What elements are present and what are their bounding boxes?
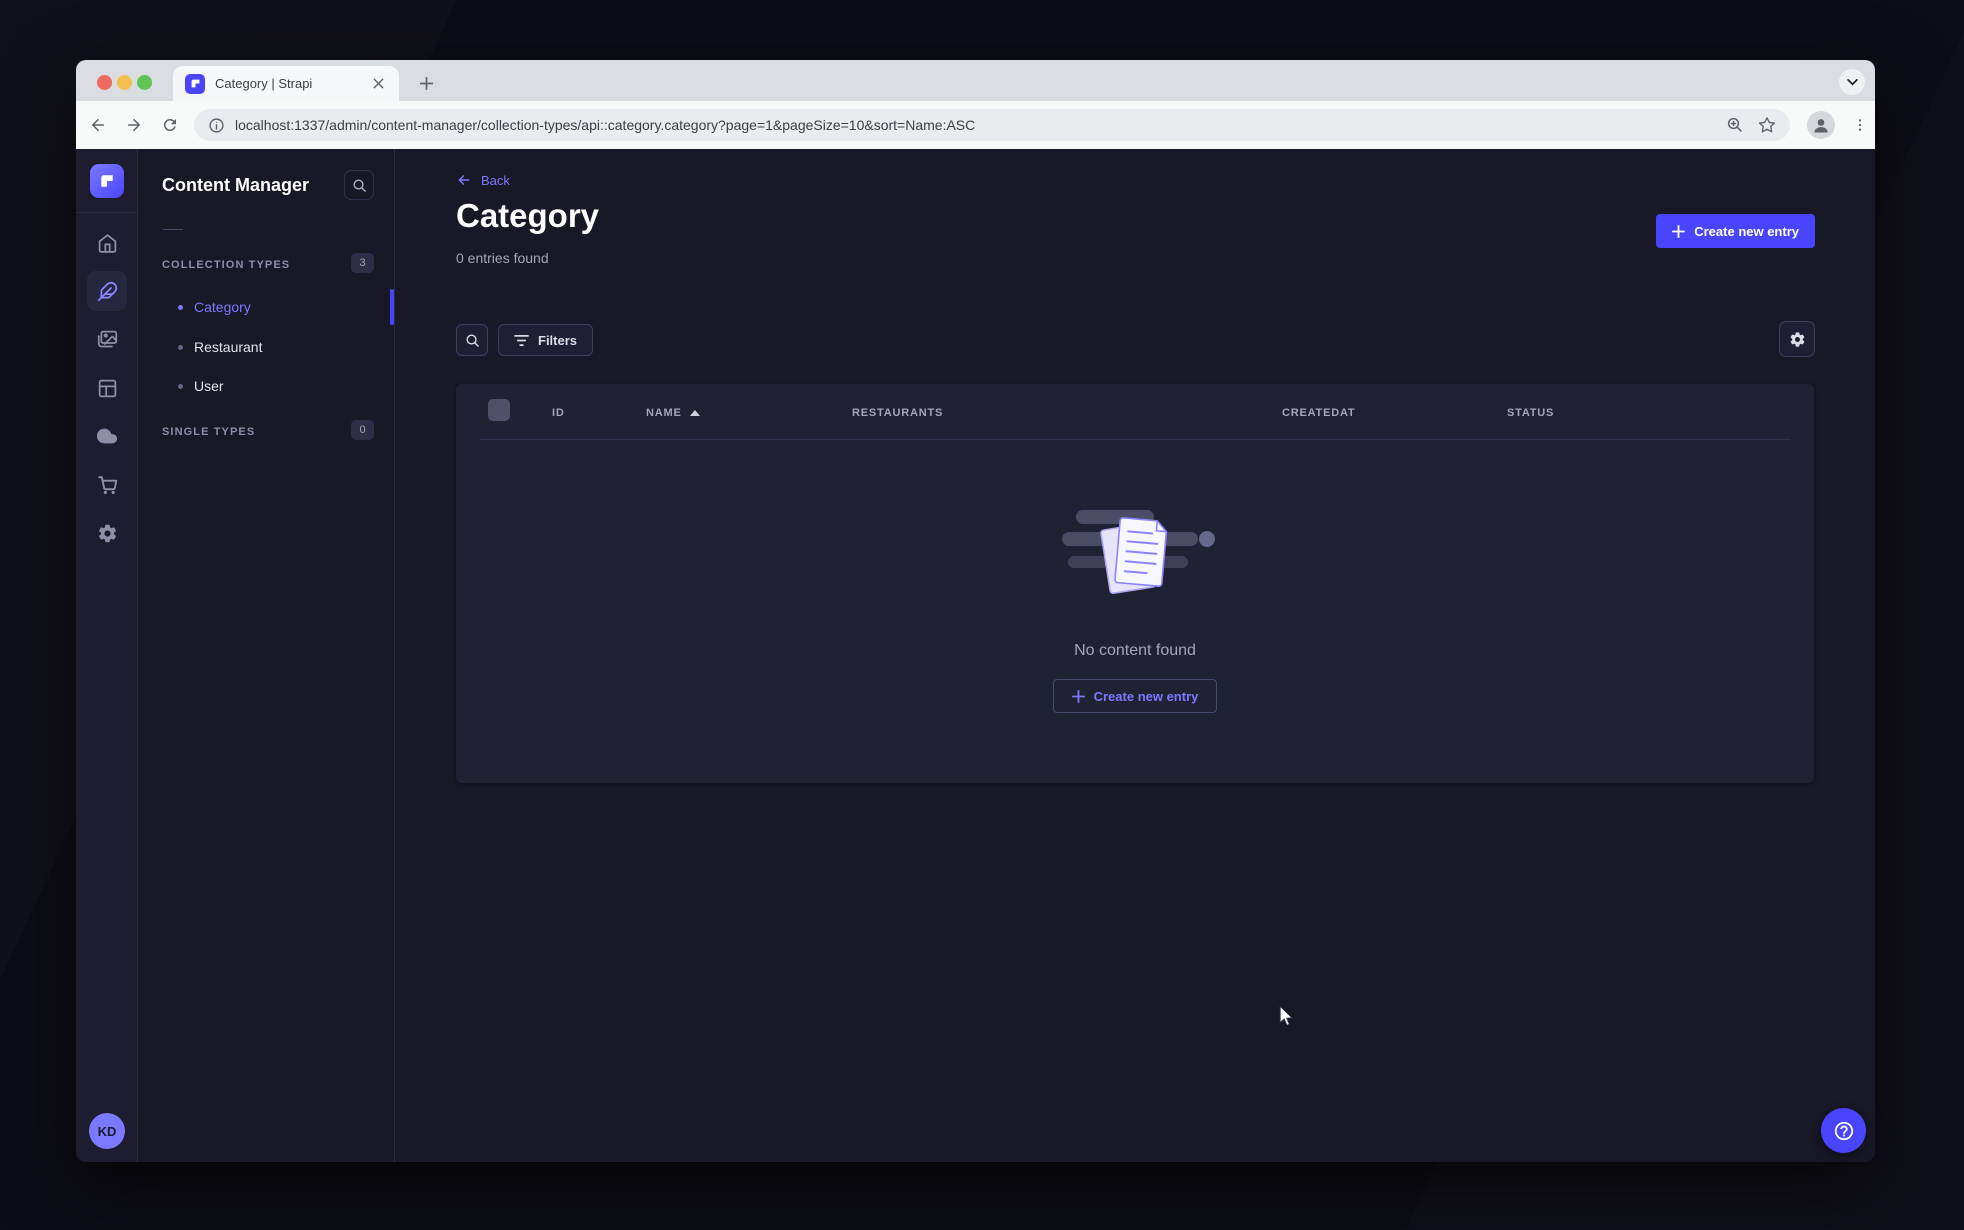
active-item-indicator (390, 289, 394, 325)
sort-ascending-icon (689, 410, 700, 416)
strapi-favicon-icon (185, 73, 205, 94)
subnav-divider (163, 229, 183, 230)
collection-types-label: COLLECTION TYPES (162, 259, 291, 271)
column-header-restaurants[interactable]: RESTAURANTS (852, 407, 943, 419)
content-manager-icon[interactable] (87, 271, 127, 311)
table-search-button[interactable] (456, 324, 488, 356)
sidebar-item-category[interactable]: Category (138, 289, 394, 325)
main-nav-rail: KD (76, 149, 138, 1162)
marketplace-icon[interactable] (87, 465, 127, 505)
cloud-icon[interactable] (87, 416, 127, 456)
column-header-status[interactable]: STATUS (1507, 407, 1554, 419)
close-window-button[interactable] (97, 75, 112, 90)
column-header-id[interactable]: ID (552, 407, 565, 419)
bullet-icon (178, 304, 183, 310)
main-panel: Back Category 0 entries found Create new… (396, 149, 1875, 1162)
back-label: Back (481, 172, 510, 188)
empty-create-entry-label: Create new entry (1093, 688, 1199, 704)
minimize-window-button[interactable] (117, 75, 132, 90)
help-button[interactable] (1821, 1108, 1866, 1153)
single-types-badge: 0 (351, 420, 374, 440)
user-avatar[interactable]: KD (89, 1113, 125, 1149)
settings-icon[interactable] (87, 513, 127, 553)
column-header-createdat[interactable]: CREATEDAT (1282, 407, 1355, 419)
subnav-search-button[interactable] (344, 170, 374, 200)
question-mark-icon (1834, 1121, 1853, 1140)
empty-create-entry-button[interactable]: Create new entry (1052, 679, 1218, 713)
browser-tab[interactable]: Category | Strapi (173, 66, 399, 101)
column-header-name[interactable]: NAME (646, 407, 700, 419)
content-manager-subnav: Content Manager COLLECTION TYPES 3 Categ… (138, 149, 395, 1162)
plus-icon (1071, 689, 1085, 703)
create-new-entry-label: Create new entry (1694, 223, 1799, 239)
empty-state: No content found Create new entry (456, 508, 1814, 713)
url-bar[interactable]: localhost:1337/admin/content-manager/col… (194, 109, 1790, 141)
tab-close-icon[interactable] (369, 75, 387, 93)
filter-icon (514, 334, 529, 346)
back-link[interactable]: Back (456, 172, 510, 188)
rail-divider (76, 212, 137, 213)
tab-title: Category | Strapi (215, 76, 313, 91)
bullet-icon (178, 344, 183, 350)
page-title: Category (456, 197, 600, 234)
entries-count: 0 entries found (456, 250, 549, 266)
sidebar-item-label: Restaurant (194, 339, 263, 355)
table-header-divider (480, 439, 1790, 440)
browser-profile-icon[interactable] (1807, 111, 1835, 139)
maximize-window-button[interactable] (137, 75, 152, 90)
new-tab-button[interactable] (412, 69, 440, 97)
subnav-title: Content Manager (162, 175, 310, 195)
info-icon[interactable] (208, 117, 225, 134)
media-library-icon[interactable] (87, 319, 127, 359)
back-arrow-icon[interactable] (86, 113, 110, 137)
filters-label: Filters (538, 332, 578, 348)
tab-search-chevron-icon[interactable] (1839, 69, 1865, 95)
table-settings-button[interactable] (1779, 321, 1815, 357)
reload-icon[interactable] (158, 113, 182, 137)
window-controls (97, 75, 152, 90)
browser-toolbar: localhost:1337/admin/content-manager/col… (76, 101, 1875, 149)
browser-tab-strip: Category | Strapi (76, 60, 1875, 101)
filters-button[interactable]: Filters (498, 324, 594, 356)
home-icon[interactable] (87, 223, 127, 263)
user-initials: KD (97, 1123, 117, 1139)
desktop: { "browser": { "tab_title": "Category | … (0, 0, 1964, 1230)
bookmark-star-icon[interactable] (1758, 116, 1776, 134)
select-all-checkbox[interactable] (488, 399, 510, 421)
url-text[interactable]: localhost:1337/admin/content-manager/col… (235, 117, 1726, 133)
collection-types-badge: 3 (351, 253, 374, 273)
entries-table: ID NAME RESTAURANTS CREATEDAT STATUS No … (456, 384, 1814, 783)
no-content-illustration-icon (1062, 510, 1215, 595)
create-new-entry-button[interactable]: Create new entry (1656, 214, 1815, 248)
bullet-icon (178, 383, 183, 389)
browser-window: Category | Strapi localhost:1337/admin/c… (76, 60, 1875, 1162)
overflow-menu-icon[interactable] (1848, 113, 1872, 137)
sidebar-item-label: User (194, 378, 224, 394)
strapi-app: KD Content Manager COLLECTION TYPES 3 Ca… (76, 149, 1875, 1162)
plus-icon (1672, 224, 1686, 238)
zoom-in-icon[interactable] (1726, 116, 1744, 134)
back-arrow-icon (458, 175, 470, 185)
search-icon (466, 334, 479, 347)
sidebar-item-label: Category (194, 299, 251, 315)
forward-arrow-icon[interactable] (122, 113, 146, 137)
sidebar-item-restaurant[interactable]: Restaurant (138, 329, 394, 365)
single-types-label: SINGLE TYPES (162, 426, 256, 438)
strapi-logo-icon[interactable] (90, 164, 124, 198)
gear-icon (1790, 331, 1804, 347)
content-type-builder-icon[interactable] (87, 368, 127, 408)
sidebar-item-user[interactable]: User (138, 368, 394, 404)
empty-state-message: No content found (1074, 642, 1196, 659)
